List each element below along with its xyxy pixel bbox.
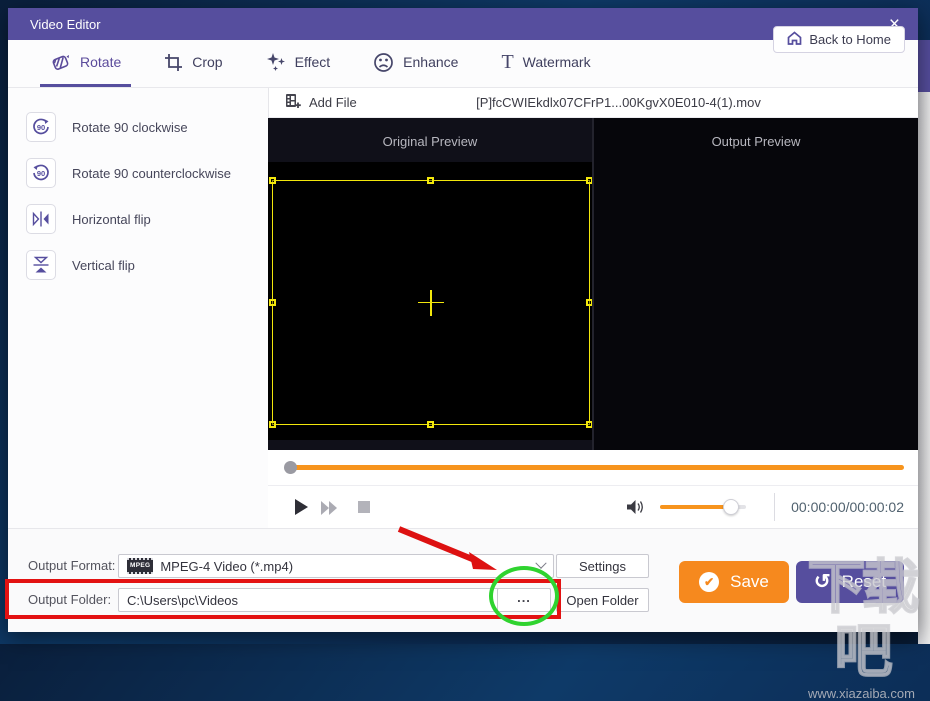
- rotate-90-ccw-icon: 90: [26, 158, 56, 188]
- play-button[interactable]: [295, 499, 308, 515]
- home-icon: [787, 31, 802, 48]
- stop-button[interactable]: [358, 501, 370, 513]
- save-label: Save: [730, 572, 769, 591]
- back-to-home-button[interactable]: Back to Home: [773, 26, 905, 53]
- add-file-icon: [285, 93, 301, 112]
- reset-icon: ↺: [813, 571, 831, 593]
- loaded-filename: [P]fcCWIEkdlx07CFrP1...00KgvX0E010-4(1).…: [476, 95, 761, 110]
- crop-selection-box[interactable]: [269, 177, 593, 428]
- check-icon: ✔: [699, 572, 720, 592]
- sidebar: [8, 88, 268, 528]
- original-preview-title: Original Preview: [382, 134, 478, 149]
- crop-handle-middle-left[interactable]: [269, 298, 276, 306]
- seek-bar[interactable]: [284, 461, 904, 474]
- add-file-label: Add File: [309, 95, 357, 110]
- sidebar-item-rotate-90-counterclockwise[interactable]: 90 Rotate 90 counterclockwise: [26, 158, 231, 188]
- file-bar: Add File [P]fcCWIEkdlx07CFrP1...00KgvX0E…: [269, 88, 918, 118]
- sidebar-item-rotate-90-clockwise[interactable]: 90 Rotate 90 clockwise: [26, 112, 188, 142]
- output-preview-pane: Output Preview: [594, 118, 918, 450]
- crop-handle-top-left[interactable]: [269, 177, 276, 184]
- tab-watermark[interactable]: T Watermark: [491, 40, 600, 87]
- output-folder-label: Output Folder:: [28, 592, 112, 607]
- sparkles-icon: [266, 52, 286, 72]
- seek-handle[interactable]: [284, 461, 297, 474]
- tab-crop[interactable]: Crop: [154, 40, 232, 87]
- rotate-icon: [50, 52, 71, 73]
- output-folder-input[interactable]: C:\Users\pc\Videos: [118, 588, 551, 612]
- mpeg-icon: MPEG: [127, 557, 154, 575]
- video-frame: [268, 162, 593, 440]
- reset-button[interactable]: ↺ Reset: [796, 561, 904, 603]
- tab-label: Enhance: [403, 54, 459, 70]
- tab-label: Crop: [192, 54, 223, 70]
- output-format-label: Output Format:: [28, 558, 116, 573]
- tab-enhance[interactable]: Enhance: [363, 40, 468, 87]
- text-T-icon: T: [501, 51, 514, 73]
- sidebar-item-label: Vertical flip: [72, 257, 135, 273]
- tab-effect[interactable]: Effect: [256, 40, 341, 87]
- tab-label: Watermark: [522, 54, 591, 70]
- volume-slider[interactable]: [660, 499, 746, 515]
- tab-label: Effect: [294, 54, 331, 70]
- vertical-flip-icon: [26, 250, 56, 280]
- video-editor-window: Video Editor × Rotate Crop Effect Enhanc…: [5, 8, 918, 632]
- output-folder-value: C:\Users\pc\Videos: [127, 592, 239, 608]
- open-folder-button[interactable]: Open Folder: [556, 588, 649, 612]
- svg-text:90: 90: [37, 123, 45, 132]
- output-format-value: MPEG-4 Video (*.mp4): [160, 558, 294, 574]
- window-title: Video Editor: [30, 16, 101, 32]
- add-file-button[interactable]: Add File: [285, 93, 357, 112]
- crop-handle-bottom-left[interactable]: [269, 421, 276, 428]
- horizontal-flip-icon: [26, 204, 56, 234]
- background-window-header: [918, 40, 930, 92]
- back-to-home-label: Back to Home: [809, 32, 891, 47]
- transport-controls: 00:00:00/00:00:02: [268, 485, 918, 528]
- tab-label: Rotate: [80, 54, 122, 70]
- crop-icon: [164, 53, 183, 72]
- browse-folder-button[interactable]: ...: [497, 588, 551, 612]
- output-preview-title: Output Preview: [711, 134, 801, 149]
- volume-handle[interactable]: [723, 499, 739, 515]
- seek-row: [268, 450, 918, 485]
- sidebar-item-label: Rotate 90 clockwise: [72, 119, 188, 135]
- background-window-body: [918, 92, 930, 644]
- volume-fill: [660, 505, 731, 509]
- output-format-dropdown[interactable]: MPEG MPEG-4 Video (*.mp4): [118, 554, 554, 578]
- crop-handle-top-center[interactable]: [427, 177, 434, 184]
- ellipsis-icon: ...: [517, 589, 531, 605]
- volume-icon[interactable]: [626, 499, 646, 520]
- settings-button[interactable]: Settings: [556, 554, 649, 578]
- rotate-90-cw-icon: 90: [26, 112, 56, 142]
- chevron-down-icon: [535, 557, 547, 569]
- center-crosshair-icon: [418, 301, 444, 303]
- original-preview-pane: Original Preview: [268, 118, 593, 450]
- crop-handle-bottom-center[interactable]: [427, 421, 434, 428]
- watermark-url-text: www.xiazaiba.com: [808, 685, 915, 701]
- desktop: Video Editor × Rotate Crop Effect Enhanc…: [0, 0, 930, 701]
- time-display: 00:00:00/00:00:02: [791, 499, 904, 515]
- controls-divider: [774, 493, 775, 521]
- svg-text:90: 90: [37, 169, 45, 178]
- sidebar-item-horizontal-flip[interactable]: Horizontal flip: [26, 204, 151, 234]
- sidebar-item-label: Rotate 90 counterclockwise: [72, 165, 231, 181]
- sidebar-item-vertical-flip[interactable]: Vertical flip: [26, 250, 135, 280]
- fast-forward-button[interactable]: [320, 500, 340, 521]
- tab-rotate[interactable]: Rotate: [40, 40, 132, 87]
- save-button[interactable]: ✔ Save: [679, 561, 789, 603]
- preview-area: Original Preview Output Preview: [268, 118, 918, 450]
- sidebar-item-label: Horizontal flip: [72, 211, 151, 227]
- palette-icon: [373, 52, 394, 73]
- reset-label: Reset: [841, 572, 887, 591]
